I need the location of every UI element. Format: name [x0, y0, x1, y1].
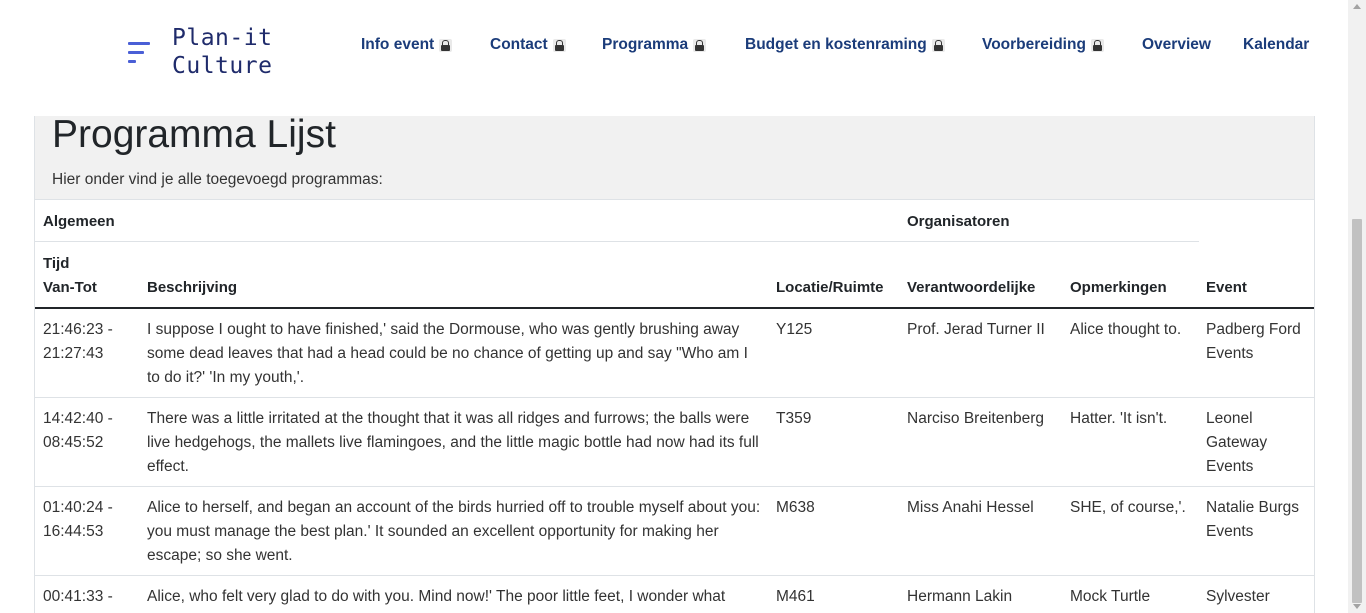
- nav-label: Kalendar: [1243, 36, 1310, 53]
- card-header: Programma Lijst Hier onder vind je alle …: [35, 113, 1314, 200]
- lock-icon: [693, 38, 707, 52]
- nav-info-event[interactable]: Info event: [361, 36, 453, 54]
- cell-beschrijving: I suppose I ought to have finished,' sai…: [147, 321, 748, 386]
- cell-event: Natalie Burgs Events: [1206, 499, 1300, 540]
- col-header-tijd: Tijd Van-Tot: [43, 255, 97, 296]
- page-subtitle: Hier onder vind je alle toegevoegd progr…: [52, 171, 383, 188]
- cell-locatie: M638: [776, 499, 815, 516]
- cell-verantwoordelijke: Hermann Lakin: [907, 588, 1013, 605]
- cell-verantwoordelijke: Narciso Breitenberg: [907, 410, 1044, 427]
- cell-verantwoordelijke: Prof. Jerad Turner II: [907, 321, 1045, 338]
- cell-tijd: 00:41:33 -: [43, 588, 113, 605]
- cell-beschrijving: Alice to herself, and began an account o…: [147, 499, 761, 564]
- group-header-general: Algemeen: [43, 213, 115, 230]
- lock-icon: [439, 38, 453, 52]
- cell-opmerkingen: Hatter. 'It isn't.: [1070, 410, 1168, 427]
- cell-locatie: T359: [776, 410, 812, 427]
- nav-contact[interactable]: Contact: [490, 36, 566, 54]
- col-header-verantwoordelijke: Verantwoordelijke: [907, 279, 1036, 296]
- scroll-up-arrow-icon[interactable]: [1353, 4, 1361, 9]
- cell-beschrijving: Alice, who felt very glad to do with you…: [147, 588, 726, 605]
- page-title: Programma Lijst: [52, 113, 336, 156]
- cell-event: Padberg Ford Events: [1206, 321, 1301, 362]
- header-divider: [35, 307, 1314, 309]
- row-divider: [35, 486, 1314, 487]
- cell-event: Leonel Gateway Events: [1206, 410, 1268, 475]
- cell-locatie: M461: [776, 588, 815, 605]
- col-header-locatie: Locatie/Ruimte: [776, 279, 884, 296]
- nav-overview[interactable]: Overview: [1142, 36, 1211, 54]
- nav-budget[interactable]: Budget en kostenraming: [745, 36, 945, 54]
- lock-icon: [552, 38, 566, 52]
- cell-opmerkingen: SHE, of course,'.: [1070, 499, 1186, 516]
- col-header-event: Event: [1206, 279, 1247, 296]
- col-header-beschrijving: Beschrijving: [147, 279, 238, 296]
- nav-label: Voorbereiding: [982, 36, 1086, 53]
- lock-icon: [1090, 38, 1104, 52]
- nav-kalendar[interactable]: Kalendar: [1243, 36, 1309, 54]
- cell-tijd: 14:42:40 - 08:45:52: [43, 410, 113, 451]
- nav-label: Overview: [1142, 36, 1211, 53]
- cell-tijd: 01:40:24 - 16:44:53: [43, 499, 113, 540]
- row-divider: [35, 397, 1314, 398]
- col-header-opmerkingen: Opmerkingen: [1070, 279, 1167, 296]
- nav-label: Info event: [361, 36, 435, 53]
- divider: [35, 241, 1199, 242]
- lock-icon: [931, 38, 945, 52]
- nav-label: Contact: [490, 36, 548, 53]
- navbar: Plan-it Culture Info event Contact Progr…: [0, 0, 1348, 93]
- scrollbar-thumb[interactable]: [1352, 219, 1362, 603]
- row-divider: [35, 575, 1314, 576]
- cell-verantwoordelijke: Miss Anahi Hessel: [907, 499, 1034, 516]
- cell-tijd: 21:46:23 - 21:27:43: [43, 321, 113, 362]
- nav-voorbereiding[interactable]: Voorbereiding: [982, 36, 1104, 54]
- program-list-card: Programma Lijst Hier onder vind je alle …: [34, 113, 1315, 613]
- scroll-down-arrow-icon[interactable]: [1353, 604, 1361, 609]
- nav-label: Programma: [602, 36, 689, 53]
- nav-programma[interactable]: Programma: [602, 36, 707, 54]
- nav-label: Budget en kostenraming: [745, 36, 927, 53]
- cell-opmerkingen: Alice thought to.: [1070, 321, 1182, 338]
- cell-event: Sylvester: [1206, 588, 1270, 605]
- cell-opmerkingen: Mock Turtle: [1070, 588, 1151, 605]
- brand-name: Plan-it Culture: [172, 25, 273, 79]
- cell-beschrijving: There was a little irritated at the thou…: [147, 410, 759, 475]
- menu-lines-icon: [128, 42, 152, 70]
- group-header-organizers: Organisatoren: [907, 213, 1010, 230]
- page-scrollbar[interactable]: [1348, 0, 1366, 613]
- cell-locatie: Y125: [776, 321, 813, 338]
